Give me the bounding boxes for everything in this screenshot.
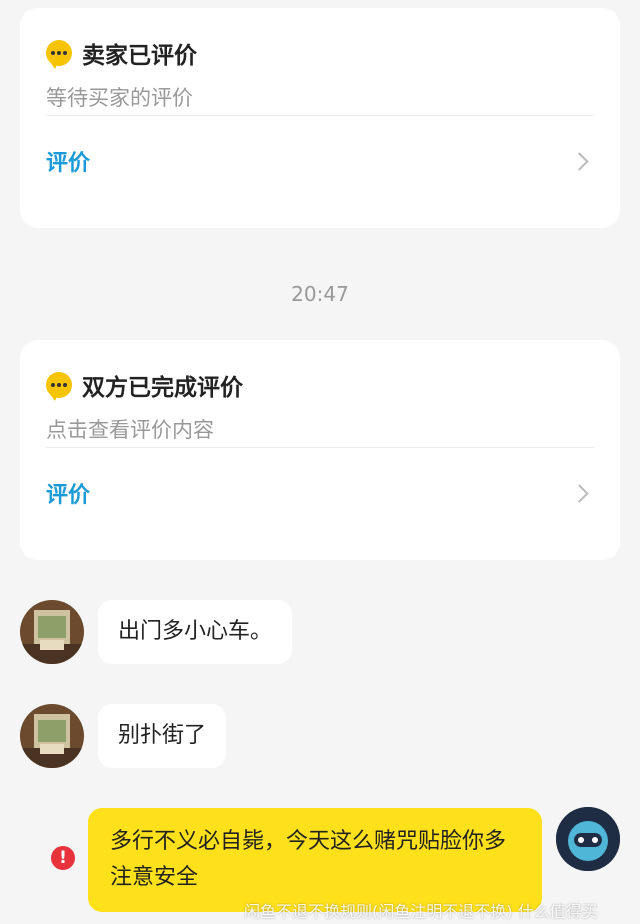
seller-avatar[interactable]	[20, 704, 84, 768]
both-rated-card[interactable]: 双方已完成评价 点击查看评价内容 评价	[20, 340, 620, 560]
card-title: 双方已完成评价	[82, 375, 243, 401]
user-avatar[interactable]	[556, 807, 620, 871]
message-bubble-incoming[interactable]: 别扑街了	[98, 704, 227, 768]
send-failed-icon[interactable]: !	[51, 846, 75, 870]
message-bubble-incoming[interactable]: 出门多小心车。	[98, 600, 293, 664]
rate-link[interactable]: 评价	[46, 145, 90, 177]
seller-avatar[interactable]	[20, 600, 84, 664]
chat-bubble-icon	[46, 40, 72, 69]
rate-row[interactable]: 评价	[20, 116, 620, 206]
chat-bubble-icon	[46, 372, 72, 401]
card-subtitle: 点击查看评价内容	[46, 418, 214, 442]
rate-link[interactable]: 评价	[46, 477, 90, 509]
card-subtitle: 等待买家的评价	[46, 86, 193, 110]
message-bubble-outgoing[interactable]: 多行不义必自毙，今天这么赌咒贴脸你多注意安全	[88, 808, 542, 912]
card-title: 卖家已评价	[82, 43, 197, 69]
card-header: 卖家已评价 等待买家的评价	[46, 8, 594, 116]
watermark-text: 闲鱼不退不换规则(闲鱼注明不退不换) 什么值得买	[244, 902, 598, 921]
chevron-right-icon	[570, 151, 589, 171]
card-header: 双方已完成评价 点击查看评价内容	[46, 340, 594, 448]
chevron-right-icon	[570, 483, 589, 503]
message-timestamp: 20:47	[291, 282, 349, 306]
seller-rated-card[interactable]: 卖家已评价 等待买家的评价 评价	[20, 8, 620, 228]
rate-row[interactable]: 评价	[20, 448, 620, 538]
